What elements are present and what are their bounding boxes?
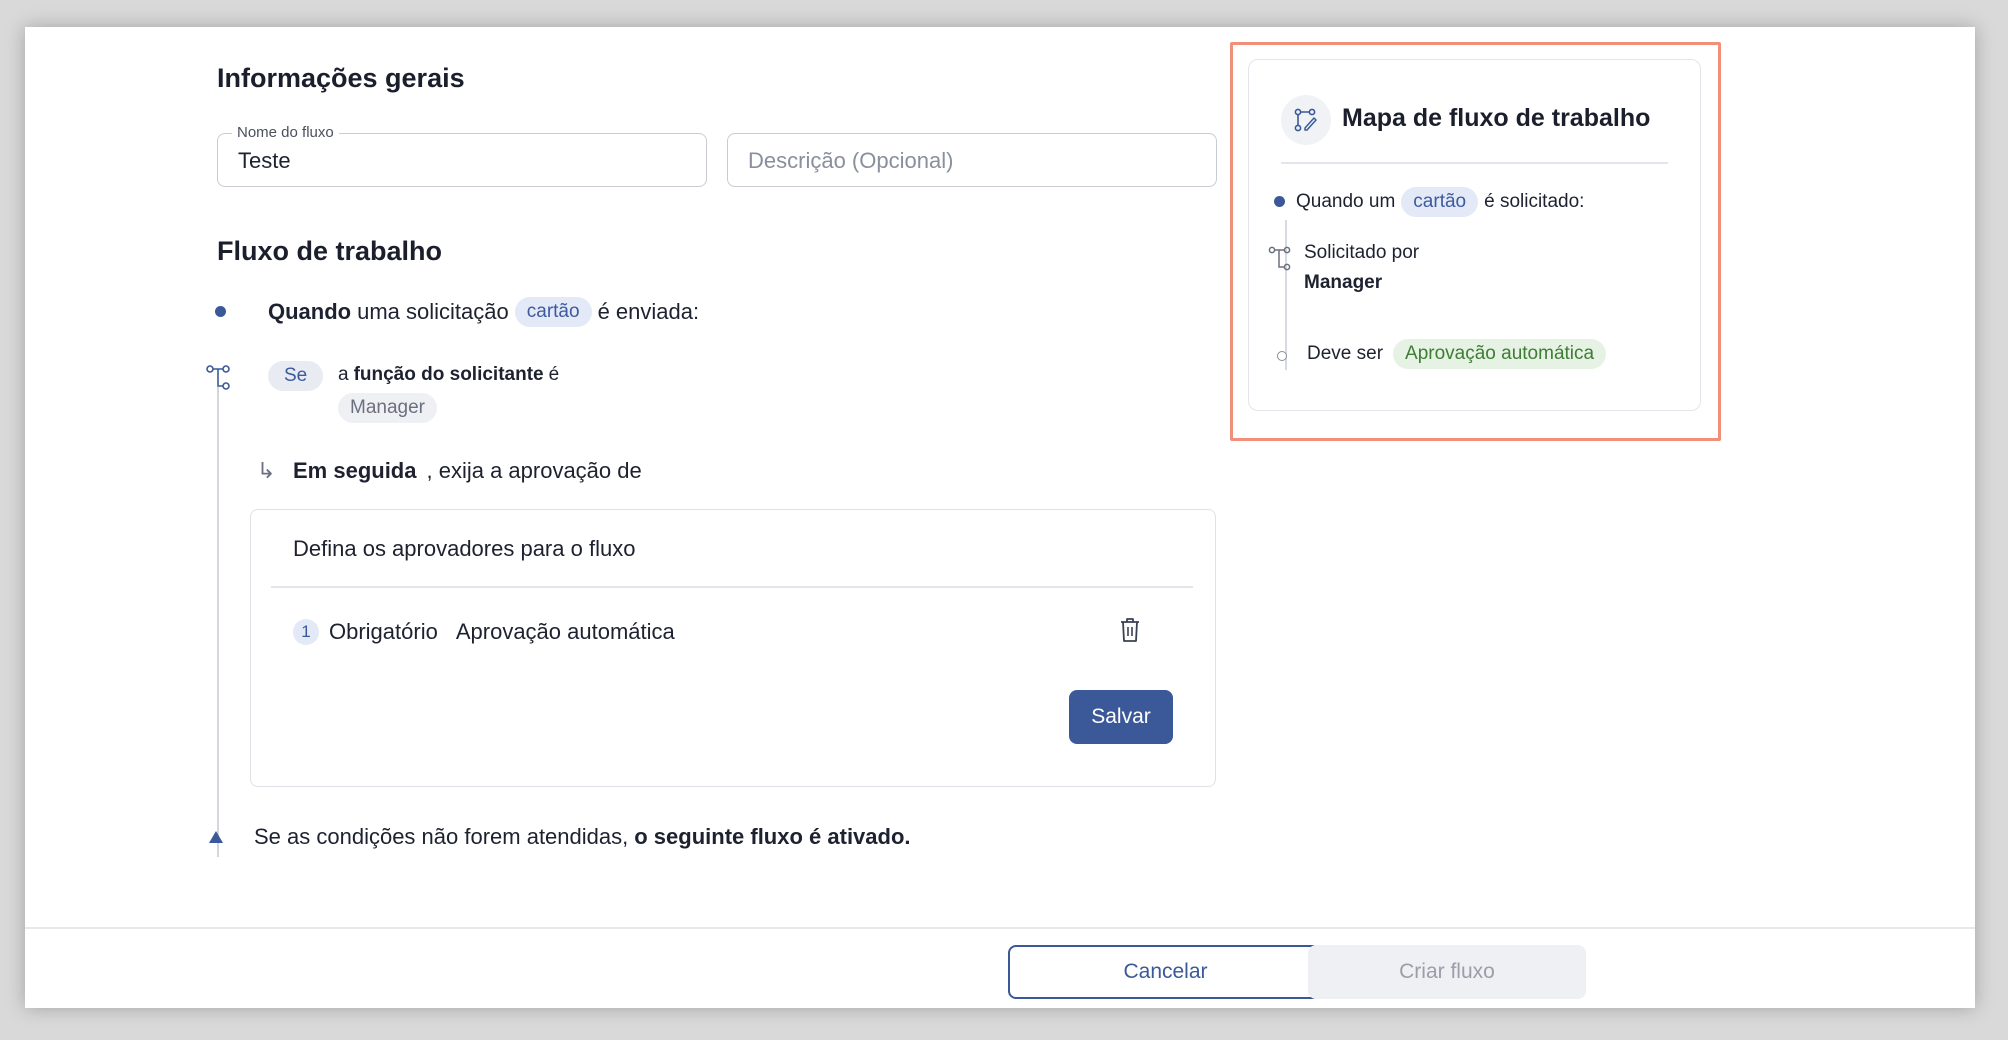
- then-row: Em seguida , exija a aprovação de: [293, 458, 642, 484]
- name-field-value: Teste: [238, 148, 291, 173]
- trigger-chip[interactable]: cartão: [514, 297, 592, 327]
- workflow-edit-icon: [1294, 108, 1317, 132]
- cancel-button[interactable]: Cancelar: [1008, 945, 1323, 999]
- name-field-label: Nome do fluxo: [232, 124, 339, 141]
- save-button[interactable]: Salvar: [1069, 690, 1173, 744]
- workflow-editor-window: Informações gerais Nome do fluxo Teste D…: [25, 27, 1975, 1008]
- map-must-be-row: Deve ser Aprovação automática: [1307, 339, 1607, 369]
- map-trigger-dot-icon: [1274, 196, 1285, 207]
- map-connector-line: [1285, 220, 1287, 370]
- map-trigger-suffix: é solicitado:: [1484, 191, 1585, 212]
- then-text: , exija a aprovação de: [426, 458, 642, 483]
- workflow-connector-line: [217, 387, 219, 857]
- approver-row: 1 Obrigatório Aprovação automática: [293, 619, 675, 645]
- arrow-return-icon: ↳: [257, 458, 276, 483]
- approver-requirement: Obrigatório: [329, 619, 438, 644]
- approvers-card: Defina os aprovadores para o fluxo 1 Obr…: [250, 509, 1216, 787]
- map-must-be-label: Deve ser: [1307, 343, 1384, 364]
- map-requested-by-label: Solicitado por: [1304, 242, 1420, 263]
- condition-bold: função do solicitante: [353, 364, 544, 385]
- fallback-row: Se as condições não forem atendidas, o s…: [254, 824, 911, 850]
- then-bold: Em seguida: [293, 458, 417, 483]
- condition-value-chip[interactable]: Manager: [338, 393, 437, 423]
- description-placeholder: Descrição (Opcional): [748, 148, 954, 173]
- fallback-bold: o seguinte fluxo é ativado.: [634, 824, 911, 849]
- condition-if-chip[interactable]: Se: [268, 361, 324, 391]
- footer-divider: [25, 927, 1975, 929]
- map-trigger-row: Quando um cartão é solicitado:: [1296, 187, 1584, 217]
- approvers-card-title: Defina os aprovadores para o fluxo: [293, 536, 636, 561]
- condition-suffix: é: [548, 364, 560, 385]
- trigger-dot-icon: [215, 306, 226, 317]
- workflow-map-card: Mapa de fluxo de trabalho Quando um cart…: [1248, 59, 1701, 411]
- map-requested-by-value: Manager: [1304, 272, 1383, 293]
- map-icon: [1281, 95, 1331, 145]
- trash-icon[interactable]: [1119, 617, 1141, 643]
- approvers-divider: [271, 586, 1193, 588]
- trigger-suffix: é enviada:: [597, 299, 700, 324]
- approver-index: 1: [293, 619, 319, 645]
- trigger-bold: Quando: [268, 299, 352, 324]
- fallback-text: Se as condições não forem atendidas,: [254, 824, 629, 849]
- map-trigger-prefix: Quando um: [1296, 191, 1396, 212]
- map-must-be-chip: Aprovação automática: [1393, 339, 1607, 369]
- map-branch-icon: [1268, 246, 1291, 271]
- triangle-up-icon: [209, 831, 223, 843]
- map-end-dot-icon: [1277, 351, 1287, 361]
- branch-icon: [206, 365, 230, 390]
- workflow-map-highlight: Mapa de fluxo de trabalho Quando um cart…: [1230, 42, 1721, 441]
- workflow-map-title: Mapa de fluxo de trabalho: [1342, 104, 1651, 132]
- description-field[interactable]: Descrição (Opcional): [727, 133, 1217, 187]
- condition-text: a função do solicitante é: [338, 364, 559, 386]
- trigger-row: Quando uma solicitação cartão é enviada:: [268, 297, 699, 327]
- approver-name: Aprovação automática: [455, 619, 675, 644]
- map-divider: [1281, 162, 1668, 164]
- workflow-title: Fluxo de trabalho: [217, 236, 443, 266]
- create-workflow-button[interactable]: Criar fluxo: [1308, 945, 1586, 999]
- map-trigger-chip: cartão: [1401, 187, 1479, 217]
- trigger-text: uma solicitação: [357, 299, 509, 324]
- condition-prefix: a: [338, 364, 349, 385]
- name-field[interactable]: Nome do fluxo Teste: [217, 124, 707, 187]
- general-info-title: Informações gerais: [217, 63, 465, 93]
